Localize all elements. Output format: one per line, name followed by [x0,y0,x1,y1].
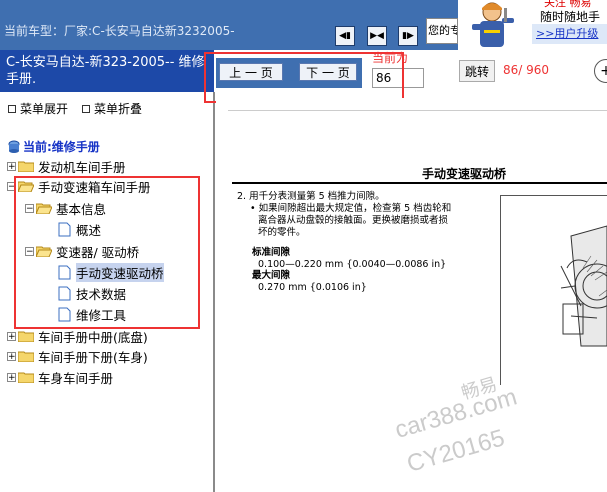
menu-collapse-button[interactable]: 菜单折叠 [82,100,142,117]
split-view-icon[interactable]: ▶◀ [367,26,387,46]
tree-expand-icon[interactable]: + [7,161,16,171]
gauge-illustration-icon [501,196,607,385]
page-prev-icon[interactable]: ◀▮ [335,26,355,46]
manual-title: C-长安马自达-新323-2005-- 维修手册. [0,50,214,92]
upgrade-link[interactable]: >>用户升级 [532,24,607,44]
tree-item-chassis[interactable]: + 车间手册中册(底盘) [7,326,148,346]
folder-icon [18,161,34,172]
ad-subline-link[interactable]: 随地手 [564,10,601,25]
tree-item-label: 车身车间手册 [38,370,114,386]
doc-bullet-line1: • 如果间隙超出最大规定值，检查第 5 档齿轮和 [250,203,452,214]
ad-subline: 随时随地手 [540,8,601,25]
page-next-icon[interactable]: ▮▶ [398,26,418,46]
current-manual[interactable]: 当前:维修手册 [8,138,100,155]
tree-expand-icon[interactable]: + [7,331,16,341]
annotation-highlight-tree [14,176,200,329]
vehicle-info: 当前车型：厂家:C-长安马自达新3232005- [4,22,235,39]
tree-expand-icon[interactable]: + [7,351,16,361]
document-title: 手动变速驱动桥 [422,167,507,181]
doc-standard-label: 标准间隙 [252,247,291,258]
doc-bullet-line2: 离合器从动盘毂的接触面。更换被磨损或者损 [258,215,449,226]
mechanic-figure-icon [458,0,520,50]
ad-subline-prefix: 随时 [540,10,565,24]
doc-max-value: 0.270 mm {0.0106 in} [258,282,367,293]
doc-step-2: 2. 用千分表测量第 5 档推力间隙。 [237,191,385,202]
tree-item-body-manual[interactable]: + 车身车间手册 [7,367,113,387]
menu-expand-label: 菜单展开 [20,102,69,116]
manual-book-icon [8,140,20,153]
tree-item-label: 车间手册中册(底盘) [38,329,148,345]
dial-gauge-figure [500,195,607,385]
tree-item-engine[interactable]: + 发动机车间手册 [7,156,126,176]
tree-item-label: 发动机车间手册 [38,159,126,175]
vehicle-label: 当前车型： [4,24,65,38]
folder-icon [18,372,34,383]
menu-expand-button[interactable]: 菜单展开 [8,100,68,117]
menu-collapse-label: 菜单折叠 [94,102,143,116]
tree-item-label: 车间手册下册(车身) [38,349,148,365]
folder-icon [18,351,34,362]
title-rule [232,182,607,184]
expand-all-icon [8,104,16,113]
annotation-highlight-pager [204,52,404,103]
current-manual-label: 当前:维修手册 [23,140,100,154]
folder-icon [18,331,34,342]
vehicle-value: 厂家:C-长安马自达新3232005- [64,24,235,38]
doc-max-label: 最大间隙 [252,270,291,281]
collapse-all-icon [82,104,90,113]
ad-panel[interactable]: 关注 畅易 随时随地手 >>用户升级 [458,0,607,50]
tree-item-body-vol3[interactable]: + 车间手册下册(车身) [7,346,148,366]
doc-bullet-line3: 坏的零件。 [258,227,306,238]
notice-box: 您的专 [426,18,458,44]
jump-button[interactable]: 跳转 [459,60,495,82]
page-count: 86/ 960 [503,63,550,77]
page-top-rule [228,110,607,111]
tree-expand-icon[interactable]: + [7,372,16,382]
